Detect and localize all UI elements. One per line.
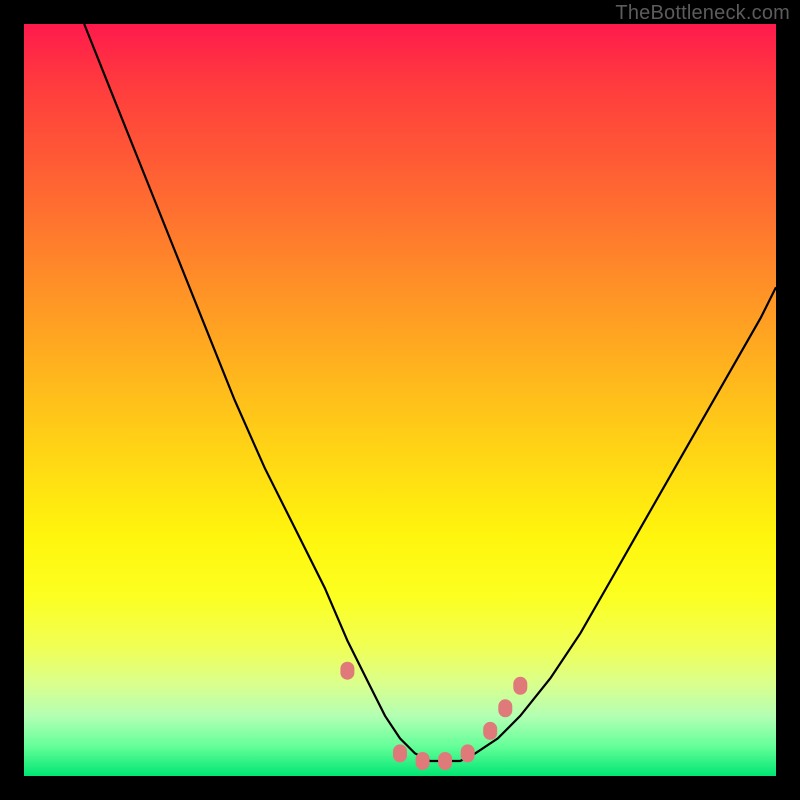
chart-frame: TheBottleneck.com (0, 0, 800, 800)
watermark-text: TheBottleneck.com (615, 2, 790, 25)
curve-marker (393, 744, 407, 762)
bottleneck-curve-line (84, 24, 776, 761)
curve-marker (438, 752, 452, 770)
curve-markers-group (340, 662, 527, 770)
curve-marker (513, 677, 527, 695)
plot-area (24, 24, 776, 776)
curve-marker (340, 662, 354, 680)
bottleneck-curve-svg (24, 24, 776, 776)
curve-marker (461, 744, 475, 762)
curve-marker (416, 752, 430, 770)
curve-marker (483, 722, 497, 740)
curve-marker (498, 699, 512, 717)
